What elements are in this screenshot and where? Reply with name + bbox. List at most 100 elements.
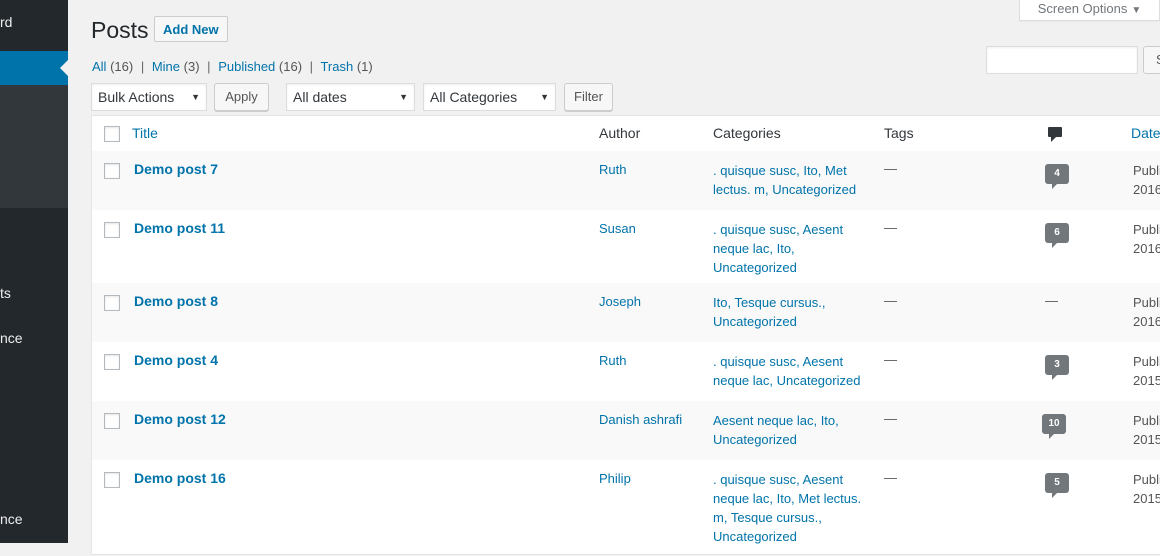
post-tags: — (884, 161, 897, 176)
filter-separator: | (309, 59, 314, 74)
table-row: Demo post 11 Susan . quisque susc, Aesen… (92, 210, 1160, 283)
table-row: Demo post 4 Ruth . quisque susc, Aesent … (92, 342, 1160, 401)
search-posts-button[interactable]: S (1143, 46, 1160, 74)
sidebar-item-label: rd (0, 14, 13, 30)
post-date-status: Publi (1133, 354, 1160, 369)
post-date-year: 2016 (1133, 314, 1160, 329)
post-categories[interactable]: . quisque susc, Aesent neque lac, Ito, M… (713, 470, 865, 546)
filter-trash-link[interactable]: Trash (320, 59, 353, 74)
post-author-link[interactable]: Joseph (599, 294, 641, 309)
table-row: Demo post 8 Joseph Ito, Tesque cursus., … (92, 283, 1160, 342)
post-date-year: 2016 (1133, 182, 1160, 197)
table-row: Demo post 16 Philip . quisque susc, Aese… (92, 460, 1160, 556)
caret-down-icon: ▼ (399, 92, 408, 102)
admin-sidebar: rd ts nce nce (0, 0, 68, 543)
post-categories[interactable]: . quisque susc, Aesent neque lac, Uncate… (713, 352, 865, 390)
sidebar-item-appearance[interactable]: nce (0, 330, 68, 350)
sidebar-item-label: nce (0, 330, 23, 346)
column-title-header[interactable]: Title (132, 125, 158, 141)
post-date-status: Publi (1133, 413, 1160, 428)
bulk-actions-select[interactable]: Bulk Actions ▼ (91, 83, 207, 111)
screen-options-button[interactable]: Screen Options ▼ (1019, 0, 1160, 21)
row-checkbox[interactable] (104, 354, 120, 370)
post-date-year: 2015 (1133, 432, 1160, 447)
sidebar-item-posts[interactable]: ts (0, 285, 68, 305)
post-title-link[interactable]: Demo post 7 (134, 161, 218, 177)
post-categories[interactable]: . quisque susc, Aesent neque lac, Ito, U… (713, 220, 865, 277)
post-date: Publi 2015 (1133, 470, 1160, 508)
posts-table: Title Author Categories Tags Date Demo p… (91, 115, 1160, 555)
post-date-year: 2015 (1133, 373, 1160, 388)
table-header: Title Author Categories Tags Date (92, 116, 1160, 152)
bulk-actions-value: Bulk Actions (98, 89, 175, 105)
table-row: Demo post 12 Danish ashrafi Aesent neque… (92, 401, 1160, 460)
post-date-status: Publi (1133, 163, 1160, 178)
comment-count-badge[interactable]: 3 (1045, 355, 1069, 380)
caret-down-icon: ▼ (1131, 5, 1142, 16)
comment-count-badge[interactable]: 5 (1045, 473, 1069, 498)
row-checkbox[interactable] (104, 413, 120, 429)
column-date-header[interactable]: Date (1131, 125, 1160, 141)
post-author-link[interactable]: Philip (599, 471, 631, 486)
post-title-link[interactable]: Demo post 8 (134, 293, 218, 309)
filter-all-count: (16) (110, 59, 134, 74)
post-author-link[interactable]: Ruth (599, 353, 626, 368)
row-checkbox[interactable] (104, 472, 120, 488)
post-author-link[interactable]: Danish ashrafi (599, 412, 682, 427)
comment-count-badge[interactable]: 6 (1045, 223, 1069, 248)
filter-all-link[interactable]: All (92, 59, 106, 74)
post-date-year: 2016 (1133, 241, 1160, 256)
post-date-status: Publi (1133, 222, 1160, 237)
current-menu-arrow (60, 60, 68, 76)
sidebar-item-label: nce (0, 511, 23, 527)
filter-mine-count: (3) (183, 59, 200, 74)
post-date: Publi 2016 (1133, 161, 1160, 199)
post-author-link[interactable]: Susan (599, 221, 636, 236)
post-tags: — (884, 220, 897, 235)
post-tags: — (884, 352, 897, 367)
post-author-link[interactable]: Ruth (599, 162, 626, 177)
post-date: Publi 2015 (1133, 411, 1160, 449)
filter-separator: | (207, 59, 211, 74)
post-date-status: Publi (1133, 472, 1160, 487)
sidebar-item-dashboard[interactable]: rd (0, 14, 68, 34)
filter-trash-count: (1) (356, 59, 373, 74)
row-checkbox[interactable] (104, 222, 120, 238)
post-title-link[interactable]: Demo post 16 (134, 470, 226, 486)
screen-options-label: Screen Options (1037, 1, 1128, 16)
post-date: Publi 2016 (1133, 293, 1160, 331)
post-categories[interactable]: Aesent neque lac, Ito, Uncategorized (713, 411, 865, 449)
comment-count-badge[interactable]: 10 (1042, 414, 1066, 439)
row-checkbox[interactable] (104, 295, 120, 311)
filter-mine-link[interactable]: Mine (152, 59, 180, 74)
sidebar-item-appearance-2[interactable]: nce (0, 511, 68, 531)
search-input[interactable] (986, 46, 1138, 74)
post-categories[interactable]: Ito, Tesque cursus., Uncategorized (713, 293, 865, 331)
dates-filter-select[interactable]: All dates ▼ (286, 83, 415, 111)
post-date-status: Publi (1133, 295, 1160, 310)
row-checkbox[interactable] (104, 163, 120, 179)
post-title-link[interactable]: Demo post 12 (134, 411, 226, 427)
post-title-link[interactable]: Demo post 11 (134, 220, 225, 236)
post-tags: — (884, 470, 897, 485)
sidebar-submenu (0, 85, 68, 208)
caret-down-icon: ▼ (540, 92, 549, 102)
add-new-button[interactable]: Add New (154, 16, 228, 42)
table-row: Demo post 7 Ruth . quisque susc, Ito, Me… (92, 151, 1160, 210)
apply-button[interactable]: Apply (214, 83, 269, 111)
post-tags: — (884, 293, 897, 308)
comment-count-badge[interactable]: 4 (1045, 164, 1069, 189)
post-title-link[interactable]: Demo post 4 (134, 352, 218, 368)
sidebar-item-current[interactable] (0, 51, 68, 85)
column-author-header: Author (599, 125, 641, 141)
post-date: Publi 2015 (1133, 352, 1160, 390)
filter-published-link[interactable]: Published (218, 59, 275, 74)
filter-button[interactable]: Filter (564, 83, 613, 111)
select-all-checkbox[interactable] (104, 126, 120, 142)
comment-count-none: — (1045, 293, 1058, 308)
categories-filter-select[interactable]: All Categories ▼ (423, 83, 556, 111)
post-categories[interactable]: . quisque susc, Ito, Met lectus. m, Unca… (713, 161, 865, 199)
filter-separator: | (140, 59, 145, 74)
post-date: Publi 2016 (1133, 220, 1160, 258)
comment-icon[interactable] (1048, 127, 1062, 145)
